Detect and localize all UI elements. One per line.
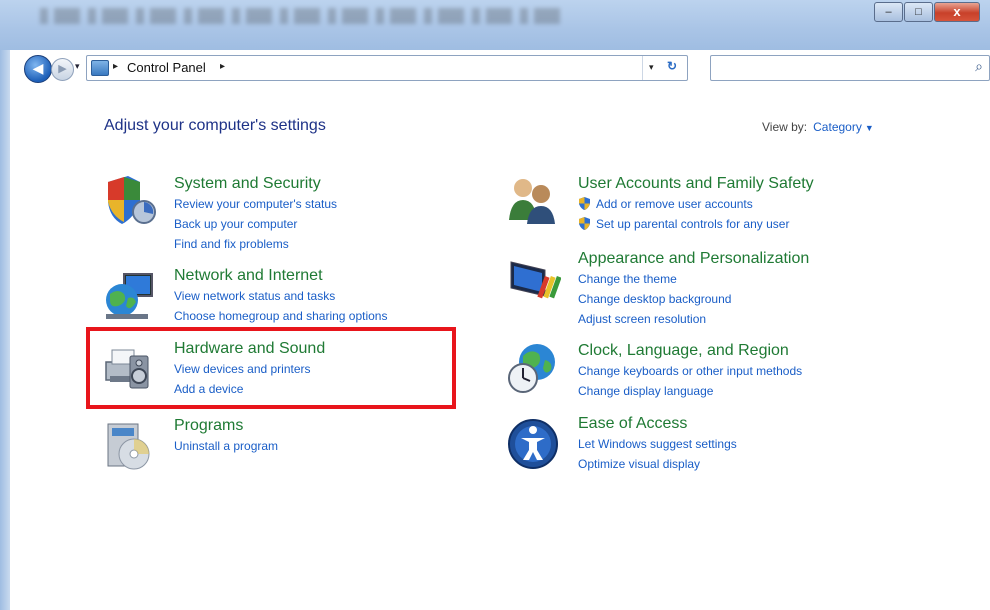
back-button[interactable]: ◀ xyxy=(24,55,52,83)
users-icon[interactable] xyxy=(505,172,561,228)
change-theme-link[interactable]: Change the theme xyxy=(578,269,809,289)
view-by: View by: Category ▼ xyxy=(762,120,874,134)
keyboards-link[interactable]: Change keyboards or other input methods xyxy=(578,361,802,381)
uac-shield-icon xyxy=(579,217,590,230)
screen-resolution-link[interactable]: Adjust screen resolution xyxy=(578,309,809,329)
ease-of-access-title[interactable]: Ease of Access xyxy=(578,414,737,434)
uninstall-program-link[interactable]: Uninstall a program xyxy=(174,436,278,456)
category-ease-of-access: Ease of Access Let Windows suggest setti… xyxy=(578,414,737,474)
homegroup-link[interactable]: Choose homegroup and sharing options xyxy=(174,306,387,326)
breadcrumb-separator[interactable]: ▸ xyxy=(113,61,118,72)
network-status-link[interactable]: View network status and tasks xyxy=(174,286,387,306)
arrow-right-icon: ▶ xyxy=(58,63,67,75)
maximize-button[interactable]: □ xyxy=(904,2,933,22)
parental-controls-label: Set up parental controls for any user xyxy=(596,217,790,231)
user-accounts-title[interactable]: User Accounts and Family Safety xyxy=(578,174,814,194)
search-icon[interactable]: ⌕ xyxy=(975,58,983,75)
appearance-title[interactable]: Appearance and Personalization xyxy=(578,249,809,269)
category-programs: Programs Uninstall a program xyxy=(174,416,278,456)
arrow-left-icon: ◀ xyxy=(32,60,44,76)
view-by-dropdown[interactable]: Category xyxy=(813,120,862,134)
parental-controls-link[interactable]: Set up parental controls for any user xyxy=(578,214,814,234)
breadcrumb-separator-2[interactable]: ▸ xyxy=(220,61,225,72)
monitor-paint-icon[interactable] xyxy=(505,252,561,308)
clock-language-title[interactable]: Clock, Language, and Region xyxy=(578,341,802,361)
review-status-link[interactable]: Review your computer's status xyxy=(174,194,337,214)
forward-button[interactable]: ▶ xyxy=(51,58,74,81)
backup-link[interactable]: Back up your computer xyxy=(174,214,337,234)
add-remove-users-link[interactable]: Add or remove user accounts xyxy=(578,194,814,214)
refresh-icon[interactable]: ↻ xyxy=(667,59,677,73)
search-input[interactable]: ⌕ xyxy=(710,55,990,81)
category-system-security: System and Security Review your computer… xyxy=(174,174,337,254)
control-panel-icon xyxy=(91,60,109,76)
optimize-display-link[interactable]: Optimize visual display xyxy=(578,454,737,474)
suggest-settings-link[interactable]: Let Windows suggest settings xyxy=(578,434,737,454)
uac-shield-icon xyxy=(579,197,590,210)
programs-title[interactable]: Programs xyxy=(174,416,278,436)
desktop-background-link[interactable]: Change desktop background xyxy=(578,289,809,309)
programs-disc-icon[interactable] xyxy=(100,418,156,474)
breadcrumb-control-panel[interactable]: Control Panel xyxy=(127,60,206,75)
display-language-link[interactable]: Change display language xyxy=(578,381,802,401)
blurred-window-title xyxy=(40,8,560,24)
chevron-down-icon[interactable]: ▼ xyxy=(865,123,874,133)
shield-icon[interactable] xyxy=(100,172,156,228)
address-bar[interactable]: ▸ Control Panel ▸ ▾ ↻ xyxy=(86,55,688,81)
address-dropdown-icon[interactable]: ▾ xyxy=(649,62,654,73)
close-button[interactable]: x xyxy=(934,2,980,22)
category-user-accounts: User Accounts and Family Safety Add or r… xyxy=(578,174,814,234)
highlight-box xyxy=(86,327,456,409)
minimize-button[interactable]: – xyxy=(874,2,903,22)
recent-pages-dropdown[interactable]: ▾ xyxy=(75,61,80,72)
address-controls: ▾ ↻ xyxy=(642,56,687,80)
window-left-border xyxy=(0,50,10,610)
page-title: Adjust your computer's settings xyxy=(104,117,326,134)
category-clock-language: Clock, Language, and Region Change keybo… xyxy=(578,341,802,401)
category-appearance: Appearance and Personalization Change th… xyxy=(578,249,809,329)
system-security-title[interactable]: System and Security xyxy=(174,174,337,194)
globe-clock-icon[interactable] xyxy=(505,340,561,396)
add-remove-users-label: Add or remove user accounts xyxy=(596,197,753,211)
navigation-bar: ◀ ▶ ▾ ▸ Control Panel ▸ ▾ ↻ ⌕ xyxy=(20,55,990,83)
network-internet-title[interactable]: Network and Internet xyxy=(174,266,387,286)
globe-network-icon[interactable] xyxy=(100,268,156,324)
title-bar: – □ x xyxy=(0,0,990,50)
window-controls: – □ x xyxy=(873,2,980,22)
fix-problems-link[interactable]: Find and fix problems xyxy=(174,234,337,254)
category-network-internet: Network and Internet View network status… xyxy=(174,266,387,326)
ease-of-access-icon[interactable] xyxy=(505,416,561,472)
view-by-label: View by: xyxy=(762,120,808,134)
